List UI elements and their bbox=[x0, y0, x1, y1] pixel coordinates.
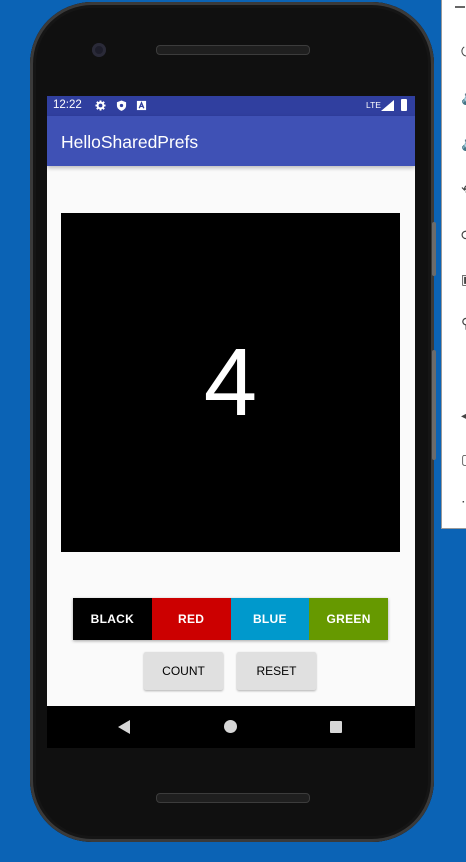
minimize-icon[interactable] bbox=[455, 6, 465, 8]
power-button[interactable] bbox=[432, 222, 436, 276]
count-button[interactable]: COUNT bbox=[144, 652, 223, 690]
top-speaker bbox=[156, 45, 310, 55]
a-box-icon bbox=[136, 100, 147, 111]
count-display: 4 bbox=[61, 213, 400, 552]
reset-button[interactable]: RESET bbox=[237, 652, 316, 690]
front-camera bbox=[92, 43, 106, 57]
volume-down-icon[interactable]: 🔉 bbox=[461, 136, 466, 150]
power-icon[interactable]: ⏻ bbox=[461, 44, 466, 58]
emulator-side-panel: ⏻ 🔊 🔉 ⟲ ⟳ ▣ ⚲ ◂ ▢ ⋯ bbox=[441, 0, 466, 529]
status-time: 12:22 bbox=[53, 99, 82, 111]
zoom-icon[interactable]: ⚲ bbox=[461, 316, 466, 330]
more-icon[interactable]: ⋯ bbox=[461, 494, 466, 508]
rotate-left-icon[interactable]: ⟲ bbox=[461, 182, 466, 196]
phone-screen: 12:22 LTE HelloSharedPrefs 4 BLACK RED B… bbox=[47, 96, 415, 706]
color-button-row: BLACK RED BLUE GREEN bbox=[73, 598, 388, 640]
count-value: 4 bbox=[203, 328, 258, 436]
rotate-right-icon[interactable]: ⟳ bbox=[461, 228, 466, 242]
signal-icon bbox=[381, 100, 394, 111]
navigation-bar bbox=[47, 706, 415, 748]
volume-up-icon[interactable]: 🔊 bbox=[461, 90, 466, 104]
blue-button[interactable]: BLUE bbox=[230, 598, 310, 640]
back-icon[interactable]: ◂ bbox=[461, 408, 466, 422]
battery-icon bbox=[401, 99, 407, 111]
shield-icon bbox=[116, 100, 127, 111]
black-button[interactable]: BLACK bbox=[73, 598, 152, 640]
overview-icon[interactable]: ▢ bbox=[461, 452, 466, 466]
back-icon[interactable] bbox=[118, 720, 130, 734]
bottom-speaker bbox=[156, 793, 310, 803]
green-button[interactable]: GREEN bbox=[309, 598, 388, 640]
volume-rocker[interactable] bbox=[432, 350, 436, 460]
settings-gear-icon bbox=[95, 100, 106, 111]
network-type: LTE bbox=[366, 100, 381, 110]
screenshot-icon[interactable]: ▣ bbox=[461, 272, 466, 286]
red-button[interactable]: RED bbox=[151, 598, 231, 640]
recents-icon[interactable] bbox=[330, 721, 342, 733]
app-bar: HelloSharedPrefs bbox=[47, 116, 415, 166]
status-bar: 12:22 LTE bbox=[47, 96, 415, 116]
app-title: HelloSharedPrefs bbox=[61, 132, 199, 152]
home-icon[interactable] bbox=[224, 720, 237, 733]
